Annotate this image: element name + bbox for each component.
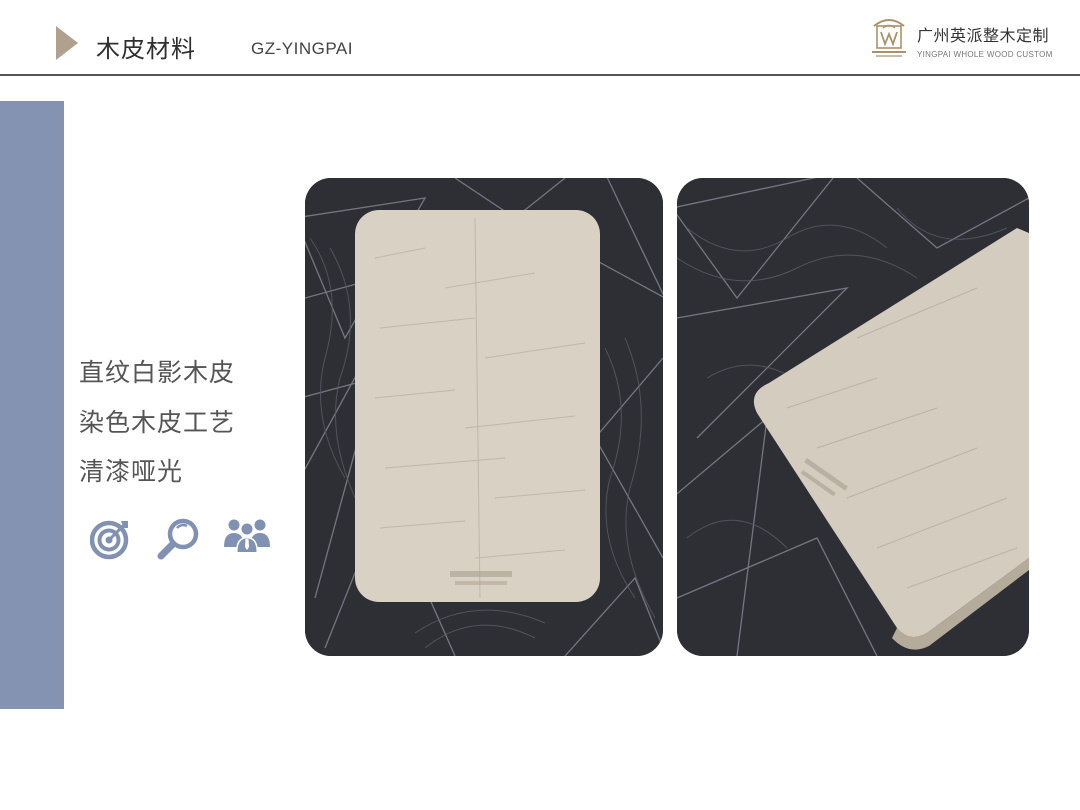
feature-veneer-type: 直纹白影木皮 [79,358,236,387]
side-accent-bar [0,101,64,709]
header-divider [0,74,1080,76]
target-icon [90,520,129,560]
team-icon [224,519,270,552]
feature-dye-process: 染色木皮工艺 [79,408,236,437]
magnifier-icon [157,518,199,560]
veneer-sample-front [305,178,663,656]
veneer-sample-angled [677,178,1029,656]
brand-tagline: YINGPAI WHOLE WOOD CUSTOM [917,50,1053,59]
page-title: 木皮材料 [96,35,196,63]
brand-name: 广州英派整木定制 [917,26,1050,45]
feature-finish: 清漆哑光 [79,457,184,486]
page-subtitle: GZ-YINGPAI [251,39,353,58]
brand-logo-icon [872,19,906,57]
header-arrow-icon [56,26,78,60]
